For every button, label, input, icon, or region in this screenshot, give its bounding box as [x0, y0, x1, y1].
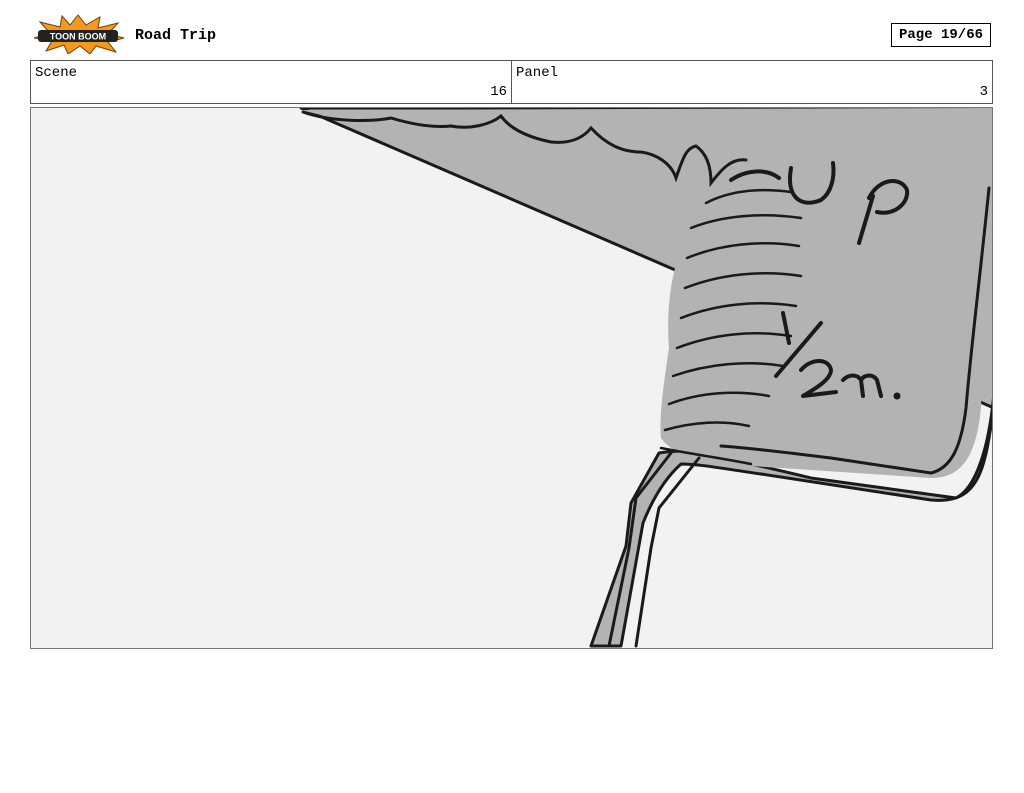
scene-panel-info-row: Scene 16 Panel 3 — [30, 60, 993, 104]
sleeve-shape — [301, 108, 992, 478]
cup-sketch-illustration — [299, 108, 992, 648]
storyboard-panel-image — [30, 107, 993, 649]
panel-cell: Panel 3 — [511, 61, 992, 103]
scene-number: 16 — [490, 84, 507, 100]
scene-label: Scene — [35, 65, 78, 81]
scene-cell: Scene 16 — [31, 61, 511, 103]
toon-boom-logo: TOON BOOM — [30, 14, 126, 55]
page-indicator: Page 19/66 — [891, 23, 991, 47]
panel-number: 3 — [979, 84, 988, 100]
panel-label: Panel — [516, 65, 559, 81]
project-title: Road Trip — [135, 27, 217, 44]
logo-text: TOON BOOM — [50, 32, 106, 42]
logo-burst-icon: TOON BOOM — [33, 14, 125, 55]
